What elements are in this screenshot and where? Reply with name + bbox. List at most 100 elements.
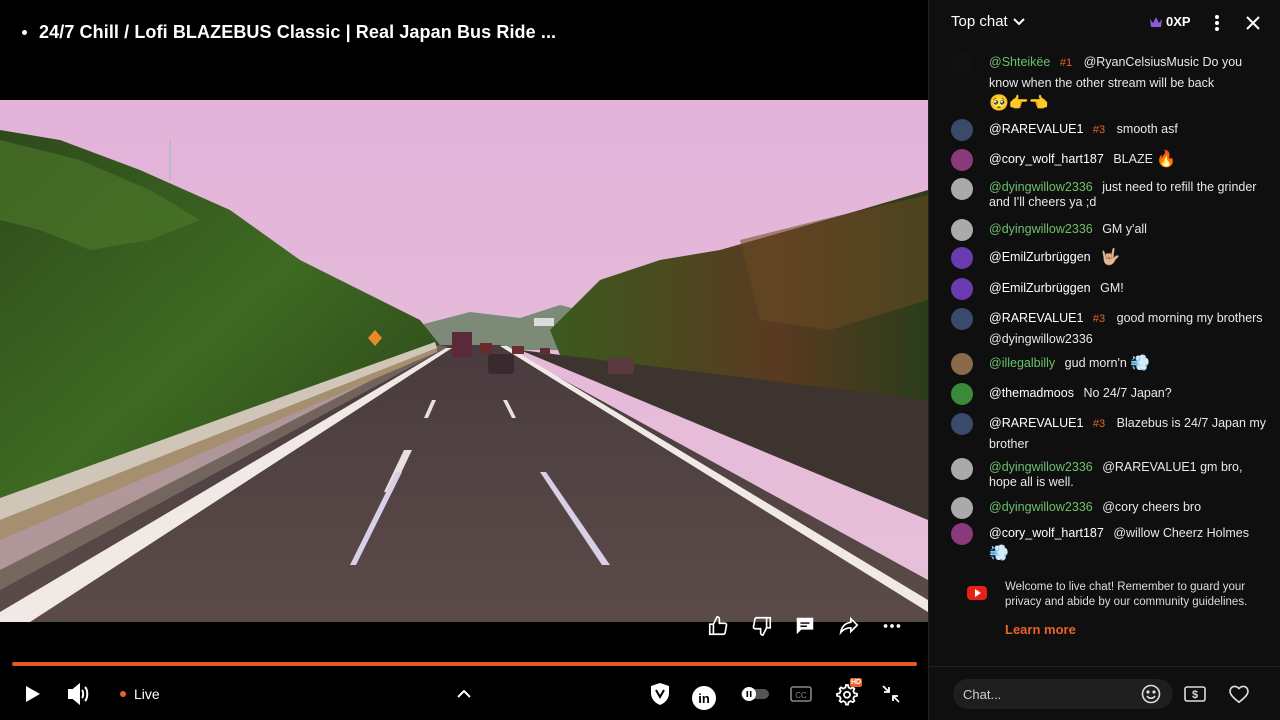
crown-icon [1150, 16, 1162, 27]
more-vertical-icon[interactable] [1205, 12, 1229, 34]
chat-message[interactable]: @dyingwillow2336 @cory cheers bro [951, 497, 1271, 519]
chat-message[interactable]: @dyingwillow2336 GM y'all [951, 219, 1271, 241]
linkedin-icon[interactable]: in [690, 684, 718, 712]
chat-mode-dropdown[interactable]: Top chat [951, 13, 1025, 30]
chevron-down-icon [1013, 17, 1025, 25]
chat-text: @willow Cheerz Holmes [1113, 526, 1249, 540]
live-indicator[interactable]: Live [120, 680, 160, 708]
chat-author[interactable]: @RAREVALUE1 [989, 122, 1083, 136]
svg-text:CC: CC [795, 691, 807, 700]
chat-text: No 24/7 Japan? [1083, 386, 1172, 400]
bullet-icon [22, 29, 27, 35]
avatar[interactable] [951, 52, 973, 74]
chat-message[interactable]: @cory_wolf_hart187 @willow Cheerz Holmes… [951, 523, 1271, 564]
chat-author[interactable]: @dyingwillow2336 [989, 500, 1093, 514]
chat-footer: $ [929, 666, 1280, 720]
welcome-notice: Welcome to live chat! Remember to guard … [965, 580, 1265, 637]
chat-message[interactable]: @dyingwillow2336 just need to refill the… [951, 178, 1271, 210]
play-icon[interactable] [18, 680, 46, 708]
chat-author[interactable]: @EmilZurbrüggen [989, 281, 1091, 295]
comment-icon[interactable] [791, 612, 819, 640]
chat-text: GM! [1100, 281, 1124, 295]
chat-message[interactable]: @themadmoos No 24/7 Japan? [951, 383, 1271, 405]
chat-emoji: 💨 [1130, 354, 1151, 372]
chat-message[interactable]: @illegalbilly gud morn'n 💨 [951, 353, 1271, 375]
chat-author[interactable]: @cory_wolf_hart187 [989, 526, 1104, 540]
welcome-text: Welcome to live chat! Remember to guard … [1005, 581, 1248, 608]
emoji-picker-icon[interactable] [1139, 682, 1163, 706]
avatar[interactable] [951, 119, 973, 141]
progress-bar[interactable] [12, 662, 917, 666]
chat-emoji: 🥺👉👈 [989, 94, 1049, 112]
chat-message-list[interactable]: @Shteikëe #1 @RyanCelsiusMusic Do you kn… [929, 50, 1280, 570]
chat-author[interactable]: @dyingwillow2336 [989, 180, 1093, 194]
chat-text: gud morn'n [1064, 356, 1127, 370]
autoplay-toggle[interactable] [740, 680, 770, 708]
svg-text:in: in [698, 691, 710, 706]
player-controls: Live in CC HD [0, 670, 928, 720]
avatar[interactable] [951, 383, 973, 405]
avatar[interactable] [951, 278, 973, 300]
avatar[interactable] [951, 149, 973, 171]
video-action-row [700, 612, 910, 640]
avatar[interactable] [951, 178, 973, 200]
chat-message[interactable]: @dyingwillow2336 @RAREVALUE1 gm bro, hop… [951, 458, 1271, 490]
chat-author[interactable]: @themadmoos [989, 386, 1074, 400]
chat-emoji: 🤟🏼 [1100, 248, 1121, 266]
heart-icon[interactable] [1227, 682, 1251, 706]
chat-author[interactable]: @EmilZurbrüggen [989, 250, 1091, 264]
exit-fullscreen-icon[interactable] [878, 680, 904, 708]
rank-badge: #1 [1059, 57, 1073, 69]
share-icon[interactable] [835, 612, 863, 640]
chat-message[interactable]: @RAREVALUE1 #3 good morning my brothers … [951, 308, 1271, 349]
chat-author[interactable]: @Shteikëe [989, 55, 1050, 69]
svg-text:$: $ [1192, 689, 1198, 701]
chat-text: @cory cheers bro [1102, 500, 1202, 514]
video-frame[interactable] [0, 100, 928, 622]
super-chat-icon[interactable]: $ [1183, 682, 1207, 706]
learn-more-link[interactable]: Learn more [1005, 622, 1265, 637]
chat-message[interactable]: @Shteikëe #1 @RyanCelsiusMusic Do you kn… [951, 52, 1271, 114]
title-bar: 24/7 Chill / Lofi BLAZEBUS Classic | Rea… [0, 0, 928, 64]
chat-author[interactable]: @cory_wolf_hart187 [989, 152, 1104, 166]
volume-icon[interactable] [64, 680, 94, 708]
chat-author[interactable]: @dyingwillow2336 [989, 460, 1093, 474]
chat-author[interactable]: @dyingwillow2336 [989, 222, 1093, 236]
avatar[interactable] [951, 458, 973, 480]
chat-author[interactable]: @illegalbilly [989, 356, 1055, 370]
chat-author[interactable]: @RAREVALUE1 [989, 311, 1083, 325]
avatar[interactable] [951, 523, 973, 545]
chevron-up-icon[interactable] [452, 680, 476, 708]
avatar[interactable] [951, 353, 973, 375]
close-icon[interactable] [1241, 12, 1265, 34]
chat-mode-label: Top chat [951, 13, 1008, 30]
chat-message[interactable]: @EmilZurbrüggen GM! [951, 278, 1271, 300]
chat-emoji: 🔥 [1156, 150, 1177, 168]
video-title[interactable]: 24/7 Chill / Lofi BLAZEBUS Classic | Rea… [39, 22, 556, 43]
avatar[interactable] [951, 413, 973, 435]
settings-icon[interactable]: HD [832, 678, 863, 708]
chat-text: GM y'all [1102, 222, 1147, 236]
rank-badge: #3 [1092, 124, 1106, 136]
video-player[interactable]: 24/7 Chill / Lofi BLAZEBUS Classic | Rea… [0, 0, 928, 720]
more-horizontal-icon[interactable] [878, 612, 906, 640]
thumbs-up-icon[interactable] [704, 612, 732, 640]
avatar[interactable] [951, 308, 973, 330]
thumbs-down-icon[interactable] [748, 612, 776, 640]
rank-badge: #3 [1092, 313, 1106, 325]
captions-icon[interactable]: CC [788, 680, 814, 708]
chat-author[interactable]: @RAREVALUE1 [989, 416, 1083, 430]
live-label: Live [134, 686, 160, 702]
xp-indicator[interactable]: 0XP [1149, 14, 1191, 29]
chat-message[interactable]: @RAREVALUE1 #3 Blazebus is 24/7 Japan my… [951, 413, 1271, 454]
shield-icon[interactable] [646, 680, 674, 708]
chat-message[interactable]: @cory_wolf_hart187 BLAZE 🔥 [951, 149, 1271, 171]
avatar[interactable] [951, 219, 973, 241]
chat-message[interactable]: @EmilZurbrüggen 🤟🏼 [951, 247, 1271, 269]
chat-emoji: 💨 [989, 544, 1009, 562]
rank-badge: #3 [1092, 418, 1106, 430]
avatar[interactable] [951, 497, 973, 519]
chat-message[interactable]: @RAREVALUE1 #3 smooth asf [951, 119, 1271, 141]
xp-value: 0XP [1166, 14, 1191, 29]
avatar[interactable] [951, 247, 973, 269]
